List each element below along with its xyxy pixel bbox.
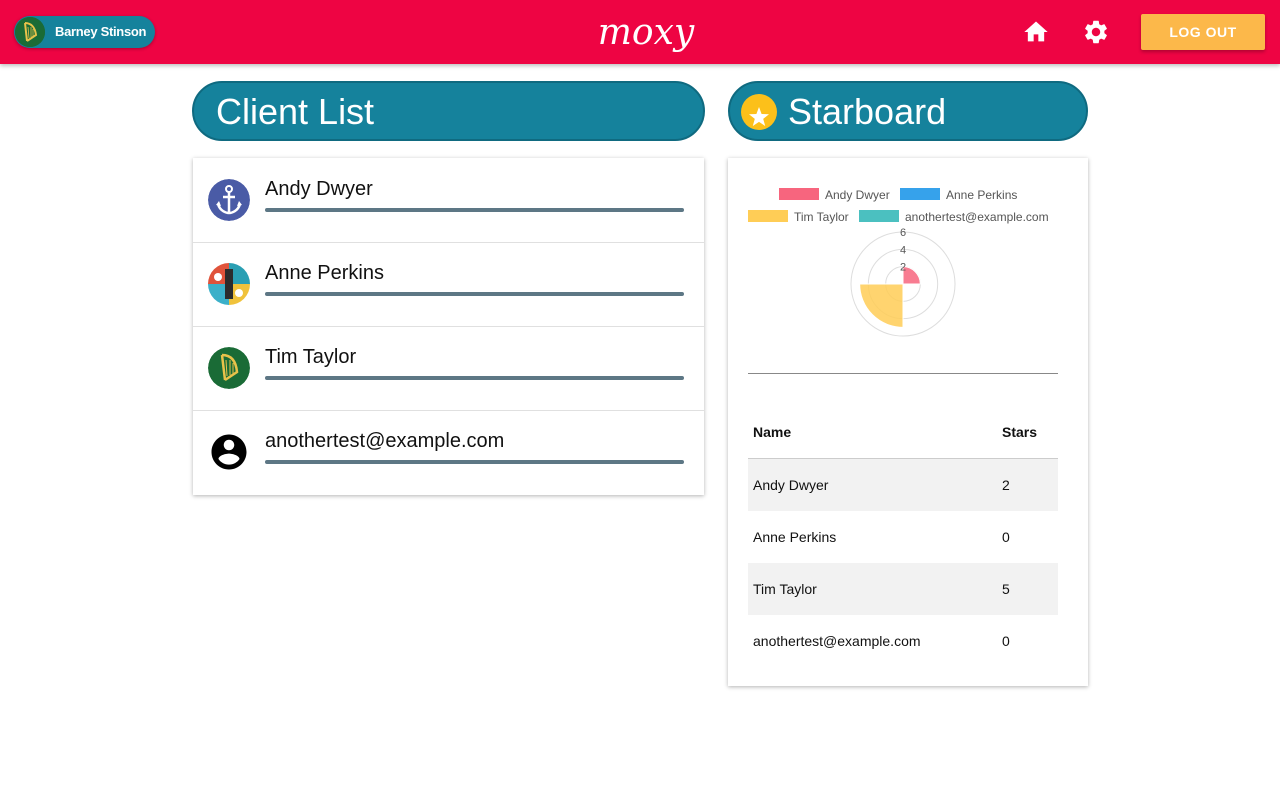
- starboard-header: Starboard: [728, 81, 1088, 141]
- client-bar: [265, 376, 684, 380]
- legend-item[interactable]: anothertest@example.com: [859, 210, 1049, 224]
- user-name: Barney Stinson: [55, 24, 147, 39]
- table-row: Anne Perkins 0: [748, 511, 1058, 563]
- tick-label: 2: [900, 262, 906, 274]
- client-bar: [265, 460, 684, 464]
- starboard-card: Andy Dwyer Anne Perkins Tim Taylor anoth…: [728, 158, 1088, 686]
- row-name: Anne Perkins: [753, 529, 837, 545]
- anchor-icon: [208, 179, 250, 221]
- table-row: Andy Dwyer 2: [748, 458, 1058, 511]
- table-row: Tim Taylor 5: [748, 563, 1058, 615]
- row-name: Tim Taylor: [748, 563, 997, 615]
- client-list-title: Client List: [216, 91, 375, 132]
- legend-swatch: [859, 210, 899, 222]
- home-icon[interactable]: [1022, 18, 1050, 46]
- stars-table: Name Stars Andy Dwyer 2 Anne Perkins 0 T…: [748, 406, 1058, 667]
- legend-swatch: [779, 188, 819, 200]
- table-header-row: Name Stars: [748, 406, 1058, 459]
- polar-area-chart: 2 4 6: [850, 228, 956, 337]
- legend-item[interactable]: Tim Taylor: [748, 210, 849, 224]
- row-stars: 5: [997, 563, 1058, 615]
- row-name: Andy Dwyer: [748, 458, 997, 511]
- client-name: Tim Taylor: [265, 346, 357, 368]
- harp-icon: [208, 347, 250, 389]
- row-name: anothertest@example.com: [753, 633, 921, 649]
- legend-item[interactable]: Anne Perkins: [900, 188, 1017, 202]
- table-row: anothertest@example.com 0: [748, 615, 1058, 667]
- column-header-name: Name: [748, 406, 997, 459]
- starboard-title: Starboard: [788, 91, 947, 132]
- client-name: Anne Perkins: [265, 262, 384, 284]
- client-row-anothertest[interactable]: anothertest@example.com: [193, 410, 704, 494]
- tick-label: 4: [900, 244, 906, 256]
- client-list-header: Client List: [192, 81, 705, 141]
- legend-swatch: [900, 188, 940, 200]
- legend-label: Andy Dwyer: [825, 188, 890, 202]
- client-bar: [265, 292, 684, 296]
- app-logo[interactable]: moxy: [588, 10, 704, 56]
- gear-icon[interactable]: [1082, 18, 1110, 46]
- client-row-anne-perkins[interactable]: Anne Perkins: [193, 242, 704, 327]
- legend-label: anothertest@example.com: [905, 210, 1049, 224]
- account-circle-icon: [208, 431, 250, 473]
- client-name: anothertest@example.com: [265, 430, 505, 452]
- client-name: Andy Dwyer: [265, 178, 373, 200]
- harp-icon: [15, 17, 45, 47]
- row-stars: 2: [997, 458, 1058, 511]
- client-row-tim-taylor[interactable]: Tim Taylor: [193, 326, 704, 411]
- divider: [748, 373, 1058, 374]
- legend-swatch: [748, 210, 788, 222]
- row-stars: 0: [1002, 529, 1010, 545]
- tick-label: 6: [900, 228, 906, 239]
- legend-label: Tim Taylor: [794, 210, 849, 224]
- logout-button[interactable]: LOG OUT: [1141, 14, 1265, 50]
- column-header-stars: Stars: [997, 406, 1058, 459]
- client-bar: [265, 208, 684, 212]
- client-list-card: Andy Dwyer Anne Perkins Tim Taylor anoth…: [193, 158, 704, 495]
- client-row-andy-dwyer[interactable]: Andy Dwyer: [193, 158, 704, 243]
- user-chip[interactable]: Barney Stinson: [14, 16, 155, 48]
- row-stars: 0: [1002, 633, 1010, 649]
- star-icon: [741, 94, 777, 130]
- legend-item[interactable]: Andy Dwyer: [779, 188, 890, 202]
- top-bar: Barney Stinson moxy LOG OUT: [0, 0, 1280, 64]
- collage-avatar: [208, 263, 250, 305]
- legend-label: Anne Perkins: [946, 188, 1018, 202]
